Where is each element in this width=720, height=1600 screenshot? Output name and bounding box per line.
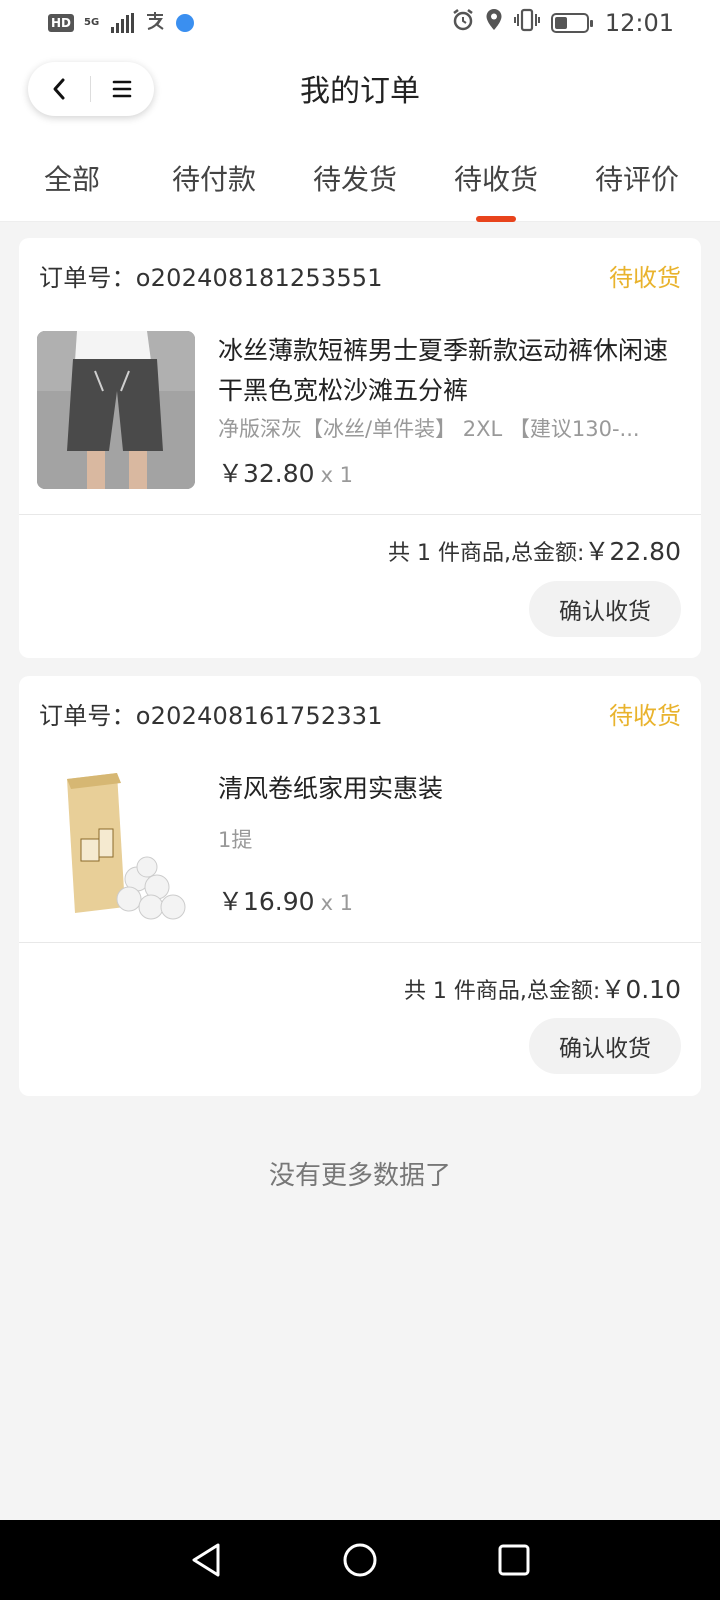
order-status: 待收货 [609,263,681,292]
product-image[interactable] [37,769,195,927]
product-spec: 净版深灰【冰丝/单件装】 2XL 【建议130-... [218,417,640,441]
globe-icon [176,14,195,32]
order-number: 订单号：o202408181253551 [39,263,383,292]
summary-amount: ￥22.80 [584,537,681,566]
order-number: 订单号：o202408161752331 [39,701,383,730]
alarm-icon [451,8,475,38]
order-summary: 共 1 件商品,总金额:￥0.10 [404,970,681,1006]
product-qty: x 1 [320,891,354,915]
summary-label: 共 1 件商品,总金额: [388,541,585,566]
grey-shorts-photo [37,331,195,489]
confirm-receipt-button[interactable]: 确认收货 [529,581,681,637]
nav-home-icon [343,1543,377,1577]
vibrate-icon [513,8,541,38]
header: 我的订单 [0,46,720,136]
tab-all[interactable]: 全部 [44,158,100,198]
status-bar: HD 5G 12:01 [0,0,720,46]
status-left: HD 5G [48,11,195,36]
order-status: 待收货 [609,701,681,730]
order-header: 订单号：o202408161752331 待收货 [39,698,681,730]
network-label: 5G [84,17,100,28]
hd-icon: HD [48,14,75,32]
status-right: 12:01 [451,8,674,38]
summary-label: 共 1 件商品,总金额: [403,979,601,1004]
product-qty: x 1 [320,463,354,487]
page-title: 我的订单 [300,74,420,109]
no-more-data: 没有更多数据了 [268,1161,451,1191]
nav-recents-icon [498,1544,530,1576]
signal-icon [111,13,135,33]
order-tabs: 全部 待付款 待发货 待收货 待评价 [0,136,720,222]
divider [19,514,701,515]
product-price: ￥16.90 [218,887,315,916]
tab-pending-shipment[interactable]: 待发货 [313,158,397,198]
order-header: 订单号：o202408181253551 待收货 [39,260,681,292]
product-image[interactable] [37,331,195,489]
tab-pending-receipt[interactable]: 待收货 [454,158,538,198]
tab-pending-payment[interactable]: 待付款 [172,158,256,198]
product-title[interactable]: 清风卷纸家用实惠装 [218,769,678,809]
status-time: 12:01 [604,9,674,37]
product-title[interactable]: 冰丝薄款短裤男士夏季新款运动裤休闲速干黑色宽松沙滩五分裤 [218,331,678,411]
product-price: ￥32.80 [218,459,315,488]
location-icon [485,8,503,38]
tab-pending-review[interactable]: 待评价 [595,158,679,198]
divider [19,942,701,943]
confirm-receipt-button[interactable]: 确认收货 [529,1018,681,1074]
order-card[interactable]: 订单号：o202408181253551 待收货 冰丝薄款短裤男士夏季新款运动裤… [19,238,701,658]
product-price-row: ￥32.80 x 1 [218,454,353,490]
product-spec: 1提 [218,828,253,852]
nav-back-icon [192,1543,220,1577]
nav-back-button[interactable] [186,1540,226,1580]
alipay-icon [144,11,166,36]
nav-recents-button[interactable] [494,1540,534,1580]
order-card[interactable]: 订单号：o202408161752331 待收货 清风卷纸家用实惠装 1提 ￥1… [19,676,701,1096]
nav-home-button[interactable] [340,1540,380,1580]
product-price-row: ￥16.90 x 1 [218,882,353,918]
order-summary: 共 1 件商品,总金额:￥22.80 [388,532,681,568]
battery-icon [550,13,593,33]
toilet-paper-photo [37,769,195,927]
summary-amount: ￥0.10 [600,975,681,1004]
network-group: 5G [84,18,101,28]
system-nav-bar [0,1520,720,1600]
